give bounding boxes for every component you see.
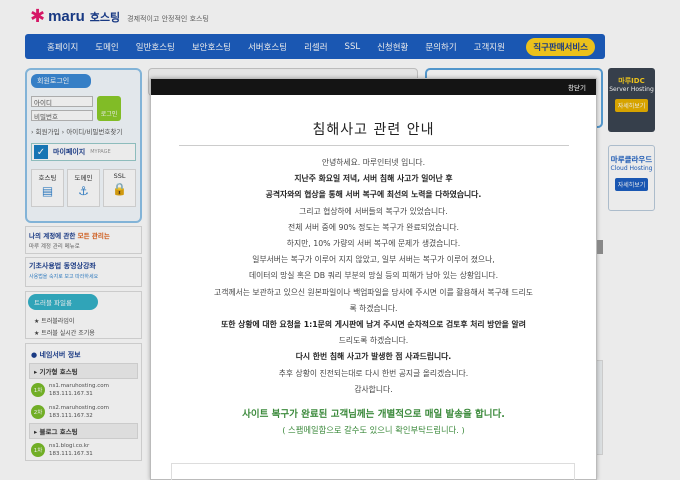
body-line: 추후 상황이 진전되는대로 다시 한번 공지글 올리겠습니다.: [278, 368, 469, 378]
body-line: 또한 상황에 대한 요청을 1:1문의 게시판에 남겨 주시면 순차적으로 검토…: [221, 320, 526, 330]
popup-notice-sub: ( 스팸메일함으로 갈수도 있으니 확인부탁드립니다. ): [282, 425, 465, 436]
popup-notice: 사이트 복구가 완료된 고객님께는 개별적으로 매일 발송을 합니다.: [242, 409, 505, 421]
body-line: 공격자와의 협상을 통해 서버 복구에 최선의 노력을 다하였습니다.: [265, 190, 482, 200]
scroll-arrow-right[interactable]: [597, 240, 603, 254]
body-line: 데이터의 망실 혹은 DB 쿼리 부분의 망실 등의 피해가 남아 있는 상황입…: [248, 271, 499, 281]
popup-footer: [171, 463, 575, 480]
body-line: 고객께서는 보관하고 있으신 원본파일이나 백업파일을 당사에 주시면 이를 활…: [214, 287, 533, 297]
body-line: 하지만, 10% 가량의 서버 복구에 문제가 생겼습니다.: [286, 239, 461, 249]
popup-close-button[interactable]: 창닫기: [568, 82, 586, 92]
page: ✱ maru 호스팅 경제적이고 안정적인 호스팅 홈페이지 도메인 일반호스팅…: [0, 0, 680, 480]
body-line: 일부서버는 복구가 이루어 지지 않았고, 일부 서버는 복구가 이루어 졌으나…: [252, 255, 495, 265]
popup-title: 침해사고 관련 안내: [312, 122, 435, 138]
body-line: 그리고 협상하에 서버들의 복구가 있었습니다.: [299, 206, 448, 216]
popup-body: 안녕하세요. 마루인터넷 입니다. 지난주 화요일 저녁, 서버 침해 사고가 …: [164, 155, 584, 398]
body-line: 드리도록 하겠습니다.: [338, 336, 409, 346]
body-line: 감사합니다.: [354, 384, 393, 394]
body-line: 록 하겠습니다.: [349, 303, 398, 313]
body-line: 지난주 화요일 저녁, 서버 침해 사고가 일어난 후: [294, 174, 453, 184]
popup-titlebar: 창닫기: [151, 79, 596, 95]
body-line: 다시 한번 침해 사고가 발생한 점 사과드립니다.: [295, 352, 452, 362]
body-line: 안녕하세요. 마루인터넷 입니다.: [321, 158, 426, 167]
notice-popup: 창닫기 침해사고 관련 안내 안녕하세요. 마루인터넷 입니다. 지난주 화요일…: [150, 78, 597, 480]
body-line: 전체 서버 중에 90% 정도는 복구가 완료되었습니다.: [288, 222, 459, 232]
divider: [178, 145, 569, 146]
